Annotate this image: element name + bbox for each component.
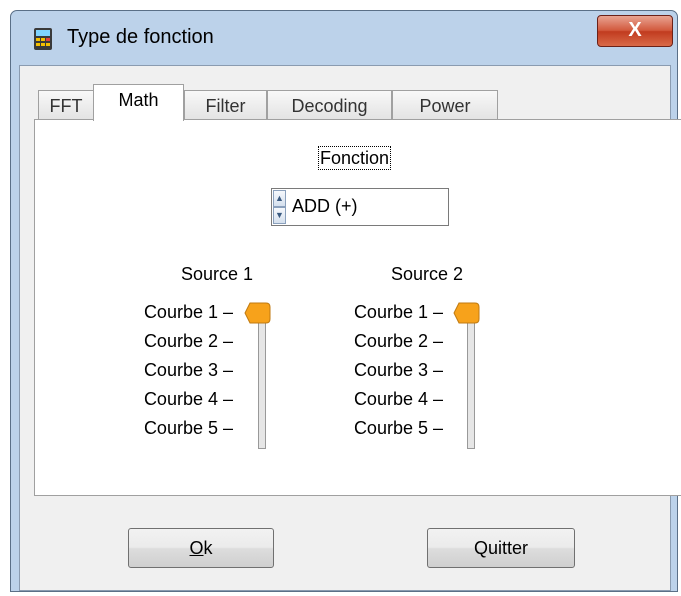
source1-curve-label: Courbe 1 – — [143, 302, 233, 322]
fonction-spinbox[interactable]: ▲ ▼ ADD (+) — [271, 188, 449, 226]
ok-button[interactable]: Ok — [128, 528, 274, 568]
source1-slider-thumb[interactable] — [244, 300, 272, 326]
source2-slider-thumb[interactable] — [453, 300, 481, 326]
source2-curve-label: Courbe 2 – — [353, 331, 443, 351]
source1-curve-label: Courbe 3 – — [143, 360, 233, 380]
title-bar[interactable]: Type de fonction X — [11, 11, 677, 65]
app-icon — [34, 28, 52, 50]
source2-slider-track[interactable] — [467, 305, 475, 449]
spin-down-arrow-icon[interactable]: ▼ — [273, 207, 286, 224]
source1-slider-track[interactable] — [258, 305, 266, 449]
tab-math[interactable]: Math — [93, 84, 184, 121]
dialog-client: FFT Math Filter Decoding Power Fonction … — [19, 65, 681, 591]
close-button[interactable]: X — [597, 15, 673, 47]
fonction-label: Fonction — [318, 146, 392, 170]
tab-decoding[interactable]: Decoding — [267, 90, 392, 120]
source2-curve-label: Courbe 1 – — [353, 302, 443, 322]
tab-fft[interactable]: FFT — [38, 90, 94, 120]
source2-curve-label: Courbe 5 – — [353, 418, 443, 438]
tab-power[interactable]: Power — [392, 90, 498, 120]
ok-mnemonic: O — [189, 538, 204, 558]
quit-button[interactable]: Quitter — [427, 528, 575, 568]
source1-curve-label: Courbe 5 – — [143, 418, 233, 438]
dialog-window: Type de fonction X FFT Math Filter Decod… — [10, 10, 681, 592]
window-title: Type de fonction — [67, 26, 214, 48]
math-tab-panel: Fonction ▲ ▼ ADD (+) Source 1 Source 2 C… — [34, 119, 681, 496]
fonction-value: ADD (+) — [292, 196, 358, 216]
source2-curve-label: Courbe 3 – — [353, 360, 443, 380]
source2-title: Source 2 — [391, 264, 464, 284]
source1-curve-label: Courbe 4 – — [143, 389, 233, 409]
source1-curve-label: Courbe 2 – — [143, 331, 233, 351]
source1-title: Source 1 — [181, 264, 254, 284]
spin-up-arrow-icon[interactable]: ▲ — [273, 190, 286, 207]
source2-curve-label: Courbe 4 – — [353, 389, 443, 409]
close-icon: X — [628, 19, 642, 41]
tab-filter[interactable]: Filter — [184, 90, 267, 120]
ok-label: k — [203, 538, 213, 558]
